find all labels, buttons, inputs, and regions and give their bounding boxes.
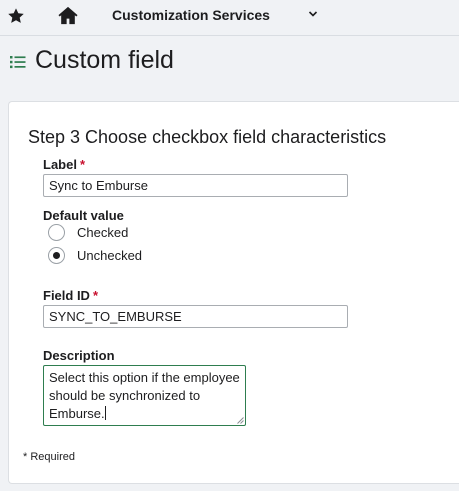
text-caret bbox=[104, 406, 106, 420]
form-card: Step 3 Choose checkbox field characteris… bbox=[8, 101, 459, 484]
resize-grip-icon[interactable] bbox=[236, 416, 244, 424]
field-id-label: Field ID * bbox=[43, 288, 98, 303]
default-value-label: Default value bbox=[43, 208, 124, 223]
radio-label-unchecked: Unchecked bbox=[77, 247, 143, 263]
field-id-input[interactable]: SYNC_TO_EMBURSE bbox=[43, 305, 348, 328]
radio-checked-option[interactable]: Checked bbox=[48, 222, 128, 242]
step-title: Step 3 Choose checkbox field characteris… bbox=[28, 127, 387, 147]
nav-title[interactable]: Customization Services bbox=[112, 7, 270, 23]
description-textarea[interactable]: Select this option if the employee shoul… bbox=[43, 365, 246, 426]
chevron-down-icon[interactable] bbox=[308, 9, 318, 19]
top-nav-bar: Customization Services bbox=[0, 0, 459, 36]
radio-button[interactable] bbox=[48, 223, 65, 241]
label-field-text: Label bbox=[43, 157, 77, 172]
field-id-text: Field ID bbox=[43, 288, 90, 303]
radio-label-checked: Checked bbox=[77, 224, 129, 240]
star-icon[interactable] bbox=[7, 7, 25, 25]
required-note: * Required bbox=[23, 451, 75, 463]
radio-button-selected[interactable] bbox=[48, 246, 65, 264]
required-mark: * bbox=[92, 288, 99, 303]
description-label: Description bbox=[43, 348, 115, 363]
home-icon[interactable] bbox=[57, 5, 79, 25]
label-input[interactable]: Sync to Emburse bbox=[43, 174, 348, 197]
required-mark: * bbox=[79, 157, 86, 172]
label-field-label: Label * bbox=[43, 157, 85, 172]
page-header: Custom field bbox=[0, 37, 459, 91]
list-icon[interactable] bbox=[10, 55, 26, 69]
description-text: Select this option if the employee shoul… bbox=[49, 370, 240, 421]
page-title: Custom field bbox=[35, 46, 174, 74]
radio-unchecked-option[interactable]: Unchecked bbox=[48, 245, 142, 265]
